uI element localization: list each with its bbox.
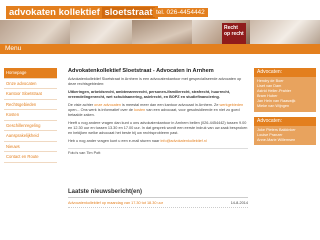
news-link[interactable]: Advocatenkollektief op maandag van 17.30… bbox=[68, 201, 163, 205]
header-phone: tel. 026-4454442 bbox=[153, 8, 208, 17]
news-row: Advocatenkollektief op maandag van 17.30… bbox=[68, 201, 248, 208]
email-text: Heb u nog ander vragen kunt u een e-mail… bbox=[68, 139, 161, 143]
site-header: advokaten kollektief sloetstraat tel. 02… bbox=[0, 0, 320, 54]
email-paragraph: Heb u nog ander vragen kunt u een e-mail… bbox=[68, 139, 248, 144]
associates-box: Advocaten: Joke Pieters Bakkinker Louise… bbox=[254, 116, 316, 145]
right-column: Advocaten: Hendry de Boer Liset van Dam … bbox=[254, 68, 316, 145]
areas-paragraph: Uitkeringen, arbeidsrecht, ambtenarenrec… bbox=[68, 90, 231, 99]
menu-label: Menu bbox=[0, 44, 320, 54]
logo-part-kollektief: kollektief bbox=[58, 7, 100, 18]
advocaten-list: Hendry de Boer Liset van Dam Astrid Hell… bbox=[254, 77, 316, 112]
advocaten-box-title: Advocaten: bbox=[254, 68, 316, 77]
nav-item-aansprakelijkheid[interactable]: Aansprakelijkheid bbox=[4, 131, 57, 142]
email-link[interactable]: info@advokatenkollektief.nl bbox=[160, 139, 206, 143]
nav-item-rechtsgebieden[interactable]: Rechtsgebieden bbox=[4, 100, 57, 110]
nav-item-kantoor[interactable]: Kantoor Sloetstraat bbox=[4, 89, 57, 100]
photo-credit: Foto's van Tim Pott bbox=[68, 148, 248, 155]
logo-part-sloetstraat: sloetstraat bbox=[102, 7, 155, 18]
nav-item-geschillenregeling[interactable]: Geschillenregeling bbox=[4, 121, 57, 131]
nav-item-homepage[interactable]: Homepage bbox=[4, 68, 57, 79]
page-title: Advokatenkollektief Sloetstraat - Advoca… bbox=[68, 68, 214, 74]
contact-paragraph: Heeft u nog andere vragen dan kunt u ons… bbox=[68, 121, 248, 135]
associates-list: Joke Pieters Bakkinker Louise Pranzer An… bbox=[254, 125, 316, 145]
nav-item-kosten[interactable]: Kosten bbox=[4, 110, 57, 121]
nav-item-contact[interactable]: Contact en Route bbox=[4, 152, 57, 163]
news-title: Laatste nieuwsbericht(en) bbox=[68, 189, 248, 198]
advocaten-box: Advocaten: Hendry de Boer Liset van Dam … bbox=[254, 68, 316, 112]
logo-part-advokaten: advokaten bbox=[9, 7, 56, 18]
nav-item-onze-advocaten[interactable]: Onze advocaten bbox=[4, 79, 57, 89]
vision-text: open... Ons werk is informatief over de bbox=[68, 108, 135, 112]
onze-advocaten-link[interactable]: onze advocaten bbox=[94, 103, 121, 107]
vision-text: is meestal meer dan een kantoor advocaat… bbox=[120, 103, 220, 107]
news-date: 14-8-2014 bbox=[230, 201, 248, 205]
main-content: Advokatenkollektief Sloetstraat - Advoca… bbox=[68, 68, 248, 155]
sidebar-nav: Homepage Onze advocaten Kantoor Sloetstr… bbox=[4, 68, 57, 163]
vision-paragraph: De visie achter onze advocaten is meesta… bbox=[68, 103, 248, 118]
nav-item-nieuws[interactable]: Nieuws bbox=[4, 142, 57, 152]
site-logo[interactable]: advokaten kollektief sloetstraat bbox=[6, 6, 158, 19]
werkgebieden-link[interactable]: werkgebieden bbox=[220, 103, 244, 107]
advocaat-link[interactable]: Mieke van Wijngen bbox=[257, 104, 313, 109]
intro-paragraph: Advokatenkollektief Sloetstraat in Arnhe… bbox=[68, 77, 242, 86]
kosten-link[interactable]: kosten bbox=[134, 108, 145, 112]
associate-link[interactable]: Anne-Marie Willemsen bbox=[257, 138, 313, 143]
associates-box-title: Advocaten: bbox=[254, 116, 316, 126]
vision-text: De visie achter bbox=[68, 103, 95, 107]
news-section: Laatste nieuwsbericht(en) Advocatenkolle… bbox=[68, 189, 248, 208]
